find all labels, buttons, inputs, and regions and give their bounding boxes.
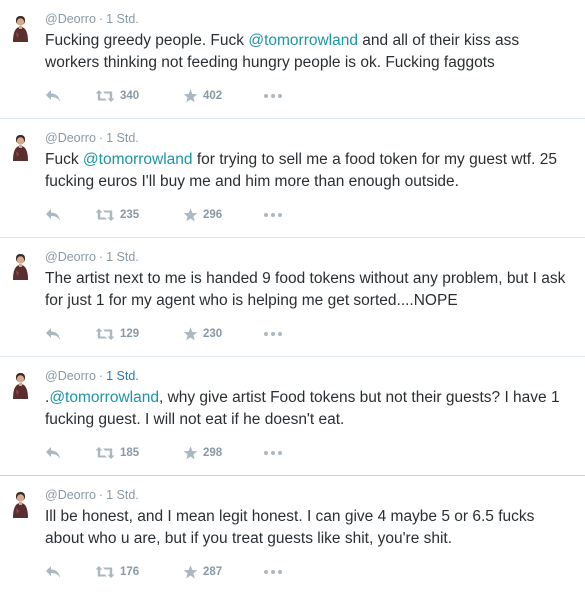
favorite-button[interactable]: 298 [183, 443, 222, 463]
more-dots-icon [263, 93, 283, 99]
user-handle[interactable]: @Deorro [45, 131, 96, 145]
favorite-button[interactable]: 296 [183, 205, 222, 225]
tweet-timeline: @Deorro · 1 Std. Fucking greedy people. Fu… [0, 0, 585, 595]
more-button[interactable] [263, 205, 283, 225]
mention-link[interactable]: @tomorrowland [248, 32, 358, 49]
separator-dot: · [98, 131, 104, 145]
tweet-header: @Deorro · 1 Std. [45, 250, 139, 264]
mention-link[interactable]: @tomorrowland [49, 389, 159, 406]
favorite-count: 296 [203, 209, 223, 221]
tweet[interactable]: @Deorro · 1 Std. Fucking greedy people. Fu… [0, 0, 585, 119]
retweet-icon [95, 565, 115, 579]
favorite-button[interactable]: 402 [183, 86, 222, 106]
tweet[interactable]: @Deorro · 1 Std. Fuck @tomorrowland for tr… [0, 119, 585, 238]
reply-icon [45, 327, 61, 341]
tweet-actions: 129 230 [45, 324, 345, 344]
user-handle[interactable]: @Deorro [45, 250, 96, 264]
more-button[interactable] [263, 443, 283, 463]
retweet-icon [95, 208, 115, 222]
tweet-header: @Deorro · 1 Std. [45, 131, 139, 145]
tweet-text: .@tomorrowland, why give artist Food tok… [45, 387, 575, 431]
retweet-icon [95, 446, 115, 460]
retweet-count: 340 [120, 90, 140, 102]
tweet-text-segment: Fuck [45, 151, 83, 168]
tweet-actions: 235 296 [45, 205, 345, 225]
tweet-text: The artist next to me is handed 9 food t… [45, 268, 575, 312]
retweet-button[interactable]: 129 [95, 324, 139, 344]
reply-button[interactable] [45, 443, 61, 463]
retweet-count: 176 [120, 566, 140, 578]
avatar[interactable] [10, 252, 32, 280]
more-dots-icon [263, 450, 283, 456]
separator-dot: · [98, 12, 104, 26]
timestamp[interactable]: 1 Std. [106, 250, 139, 264]
avatar[interactable] [10, 490, 32, 518]
timestamp[interactable]: 1 Std. [106, 369, 139, 383]
reply-icon [45, 89, 61, 103]
star-icon [183, 208, 198, 222]
retweet-icon [95, 327, 115, 341]
reply-icon [45, 208, 61, 222]
star-icon [183, 327, 198, 341]
avatar[interactable] [10, 371, 32, 399]
favorite-count: 402 [203, 90, 223, 102]
reply-icon [45, 565, 61, 579]
favorite-count: 298 [203, 447, 223, 459]
tweet-text: Fucking greedy people. Fuck @tomorrowlan… [45, 30, 575, 74]
reply-icon [45, 446, 61, 460]
star-icon [183, 446, 198, 460]
tweet[interactable]: @Deorro · 1 Std. The artist next to me is … [0, 238, 585, 357]
tweet-text-segment: The artist next to me is handed 9 food t… [45, 270, 566, 309]
tweet-text-segment: Ill be honest, and I mean legit honest. … [45, 508, 535, 547]
tweet[interactable]: @Deorro · 1 Std. Ill be honest, and I mean… [0, 476, 585, 595]
retweet-button[interactable]: 176 [95, 562, 139, 582]
avatar[interactable] [10, 14, 32, 42]
reply-button[interactable] [45, 205, 61, 225]
favorite-button[interactable]: 230 [183, 324, 222, 344]
user-handle[interactable]: @Deorro [45, 12, 96, 26]
more-dots-icon [263, 212, 283, 218]
favorite-button[interactable]: 287 [183, 562, 222, 582]
retweet-count: 235 [120, 209, 140, 221]
timestamp[interactable]: 1 Std. [106, 488, 139, 502]
more-button[interactable] [263, 562, 283, 582]
separator-dot: · [98, 488, 104, 502]
tweet-actions: 340 402 [45, 86, 345, 106]
timestamp[interactable]: 1 Std. [106, 12, 139, 26]
more-dots-icon [263, 569, 283, 575]
user-handle[interactable]: @Deorro [45, 369, 96, 383]
avatar[interactable] [10, 133, 32, 161]
reply-button[interactable] [45, 86, 61, 106]
retweet-button[interactable]: 340 [95, 86, 139, 106]
tweet-header: @Deorro · 1 Std. [45, 12, 139, 26]
tweet-text: Ill be honest, and I mean legit honest. … [45, 506, 575, 550]
favorite-count: 230 [203, 328, 223, 340]
reply-button[interactable] [45, 562, 61, 582]
tweet-text-segment: Fucking greedy people. Fuck [45, 32, 249, 49]
retweet-button[interactable]: 185 [95, 443, 139, 463]
more-button[interactable] [263, 86, 283, 106]
user-handle[interactable]: @Deorro [45, 488, 96, 502]
retweet-button[interactable]: 235 [95, 205, 139, 225]
retweet-count: 129 [120, 328, 140, 340]
reply-button[interactable] [45, 324, 61, 344]
star-icon [183, 565, 198, 579]
mention-link[interactable]: @tomorrowland [83, 151, 193, 168]
timestamp[interactable]: 1 Std. [106, 131, 139, 145]
separator-dot: · [98, 250, 104, 264]
tweet-actions: 176 287 [45, 562, 345, 582]
favorite-count: 287 [203, 566, 223, 578]
tweet-actions: 185 298 [45, 443, 345, 463]
tweet[interactable]: @Deorro · 1 Std. .@tomorrowland, why give … [0, 357, 585, 476]
retweet-icon [95, 89, 115, 103]
tweet-text: Fuck @tomorrowland for trying to sell me… [45, 149, 575, 193]
tweet-header: @Deorro · 1 Std. [45, 488, 139, 502]
retweet-count: 185 [120, 447, 140, 459]
separator-dot: · [98, 369, 104, 383]
tweet-header: @Deorro · 1 Std. [45, 369, 139, 383]
star-icon [183, 89, 198, 103]
more-dots-icon [263, 331, 283, 337]
more-button[interactable] [263, 324, 283, 344]
